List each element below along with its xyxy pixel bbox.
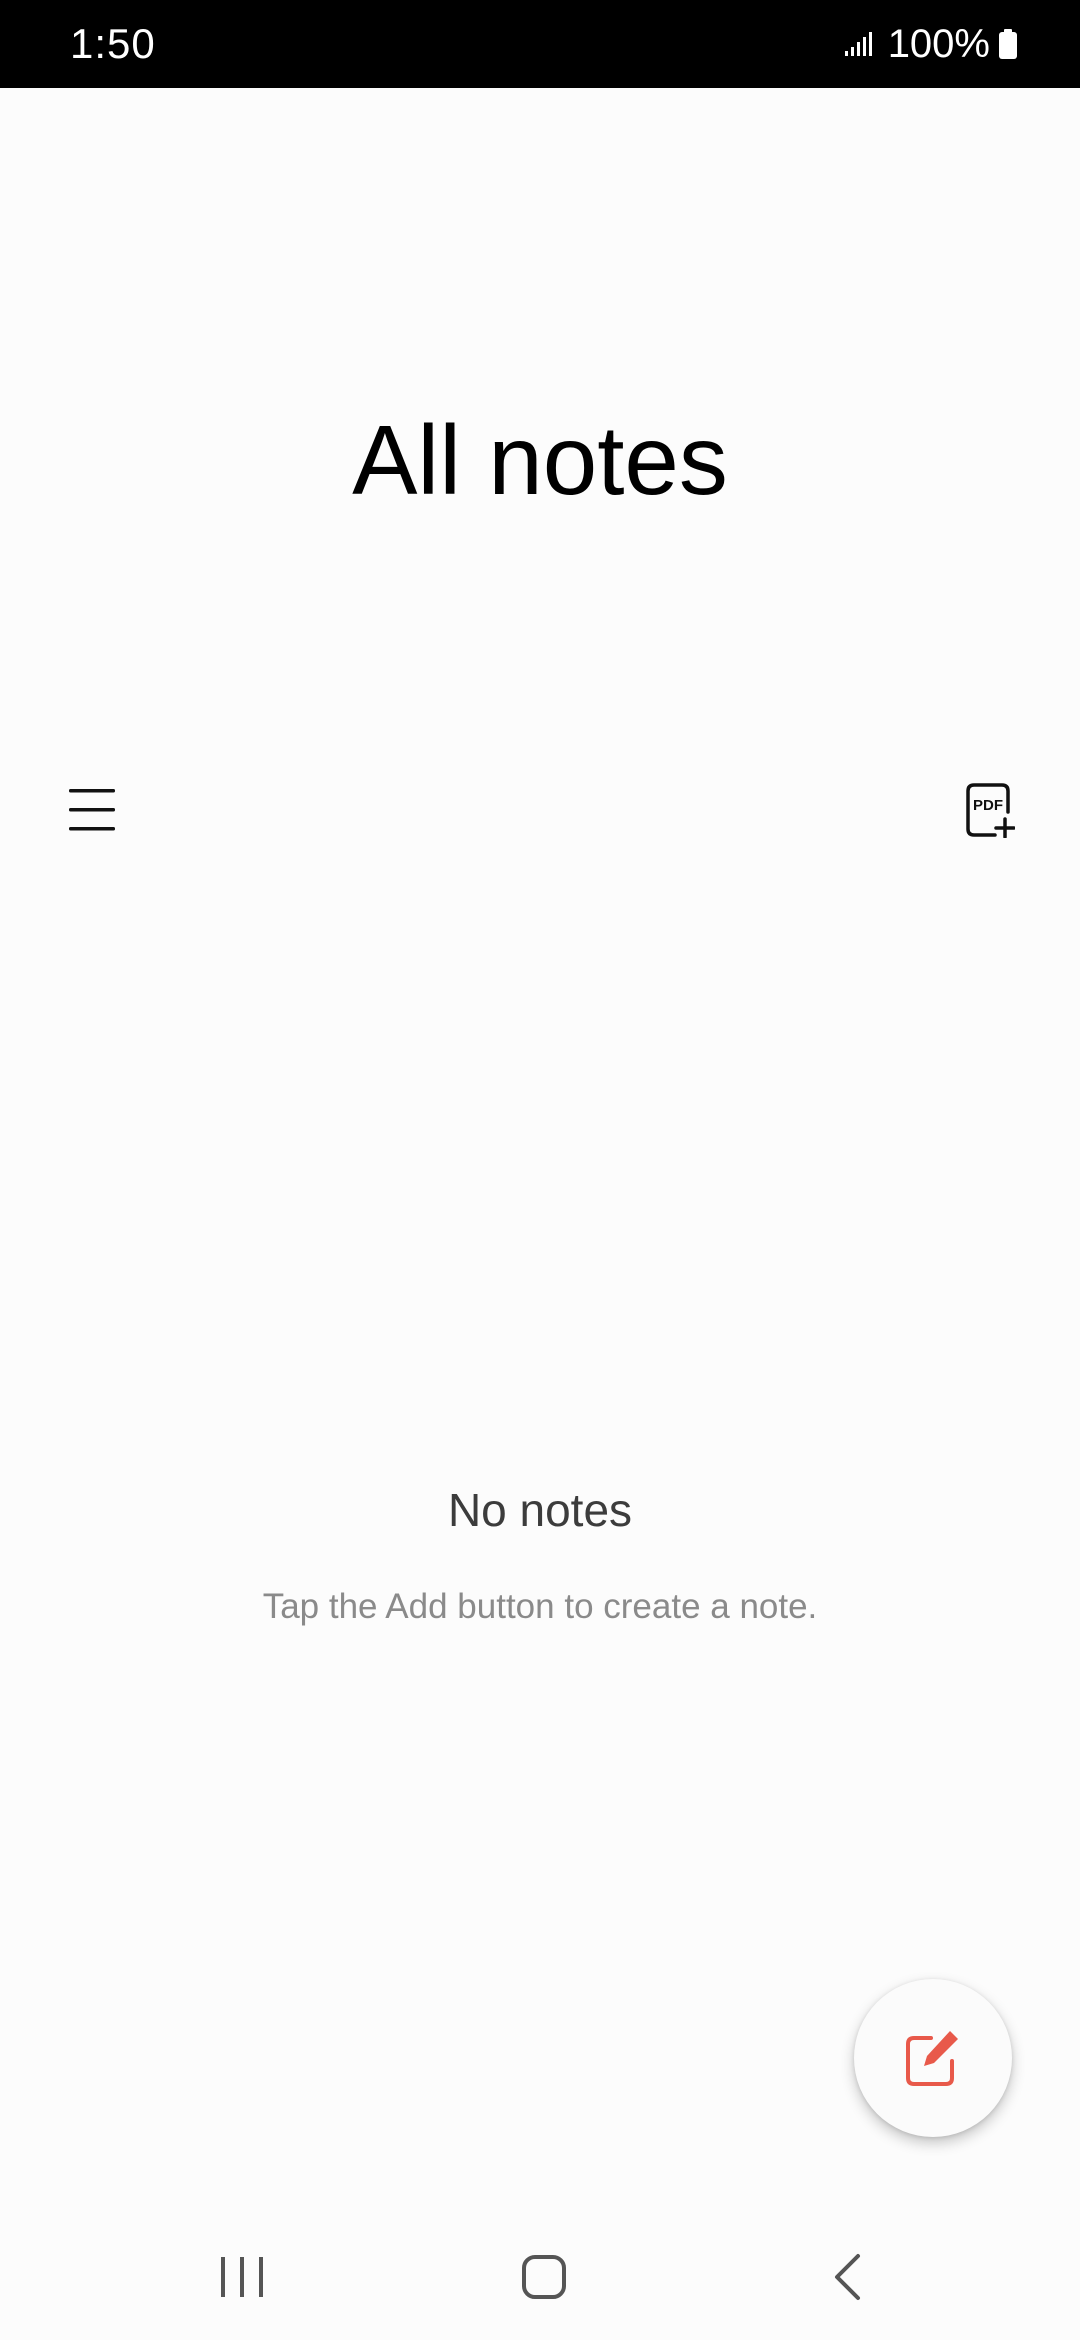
recents-button[interactable] — [197, 2242, 287, 2312]
empty-state-title: No notes — [447, 1484, 633, 1536]
home-button[interactable] — [499, 2242, 589, 2312]
menu-button[interactable] — [52, 770, 132, 850]
status-time: 1:50 — [70, 20, 156, 67]
hamburger-menu-icon — [69, 789, 115, 831]
add-note-button[interactable] — [854, 1979, 1012, 2137]
navigation-bar — [0, 2222, 1080, 2340]
page-title: All notes — [352, 405, 728, 515]
pdf-icon-label: PDF — [973, 797, 1003, 814]
status-indicators: 100% — [844, 18, 1018, 70]
signal-icon — [844, 32, 872, 56]
battery-percentage: 100% — [887, 22, 990, 66]
battery-icon — [999, 29, 1017, 59]
home-icon — [522, 2255, 566, 2299]
import-pdf-button[interactable]: PDF — [950, 770, 1030, 850]
empty-state-subtitle: Tap the Add button to create a note. — [262, 1587, 818, 1626]
compose-note-icon — [906, 2031, 958, 2086]
recents-icon — [221, 2257, 263, 2297]
status-bar: 1:50 100% — [0, 0, 1080, 88]
back-icon — [835, 2254, 860, 2300]
pdf-add-icon: PDF — [966, 783, 1015, 838]
back-button[interactable] — [802, 2242, 892, 2312]
